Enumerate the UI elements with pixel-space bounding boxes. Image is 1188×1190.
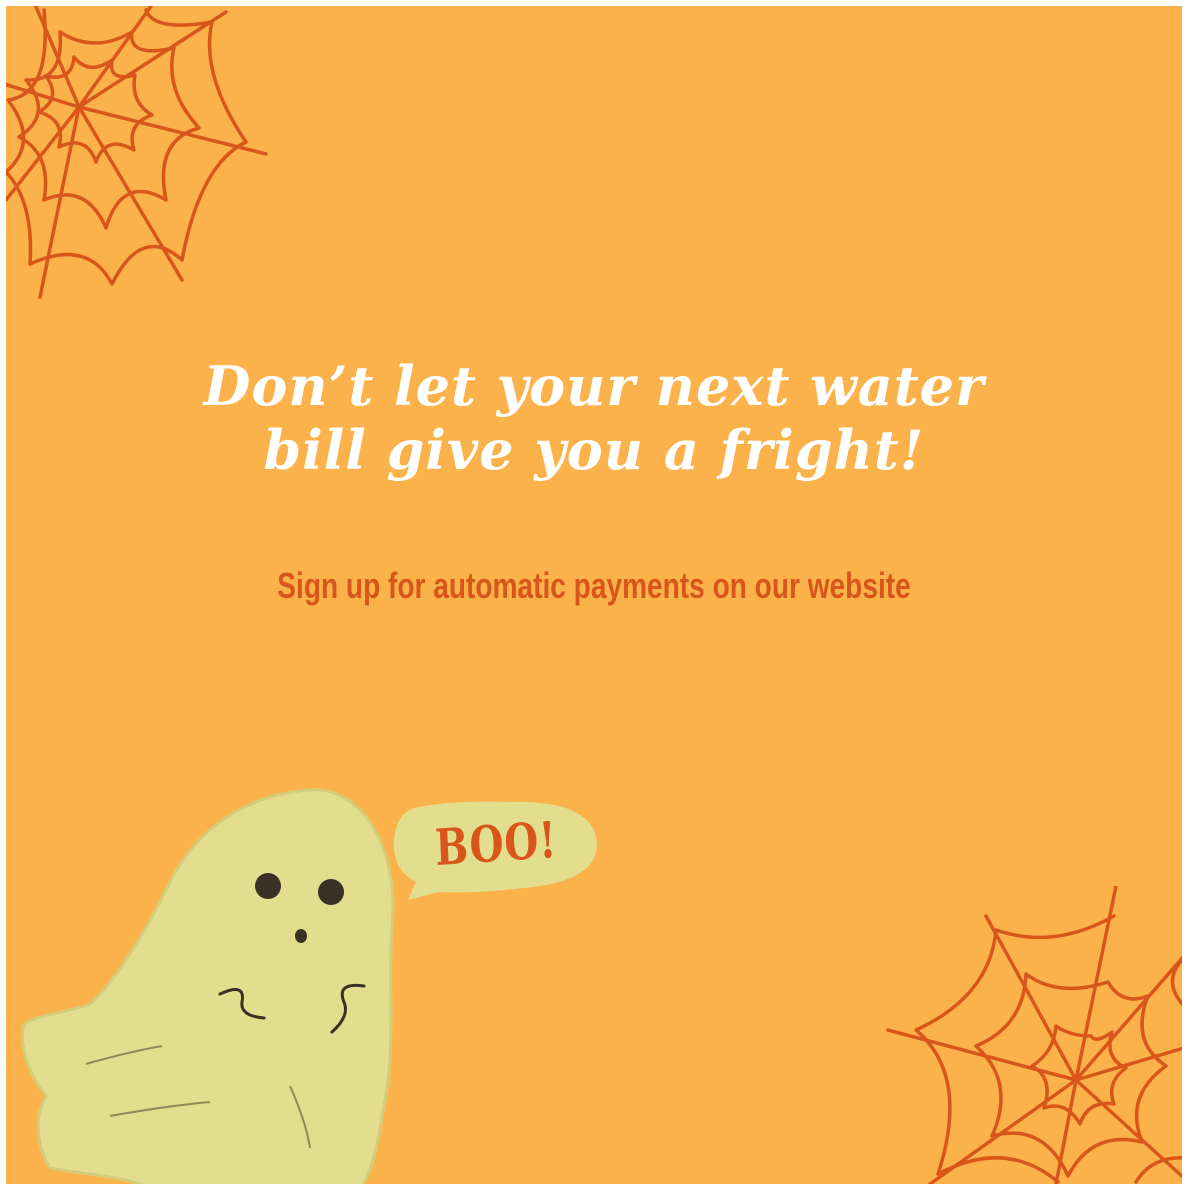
ghost-eye-left [255, 873, 281, 899]
headline-line-1: Don’t let your next water [203, 354, 985, 418]
ghost-illustration [21, 788, 395, 1184]
ghost-eye-right [318, 879, 344, 905]
headline: Don’t let your next water bill give you … [46, 354, 1142, 482]
headline-line-2: bill give you a fright! [263, 418, 925, 482]
promo-card: Don’t let your next water bill give you … [6, 6, 1182, 1184]
speech-bubble-text: BOO! [433, 809, 559, 878]
subheadline: Sign up for automatic payments on our we… [277, 565, 911, 606]
spider-web-icon [886, 886, 1182, 1184]
spider-web-icon [6, 6, 268, 299]
